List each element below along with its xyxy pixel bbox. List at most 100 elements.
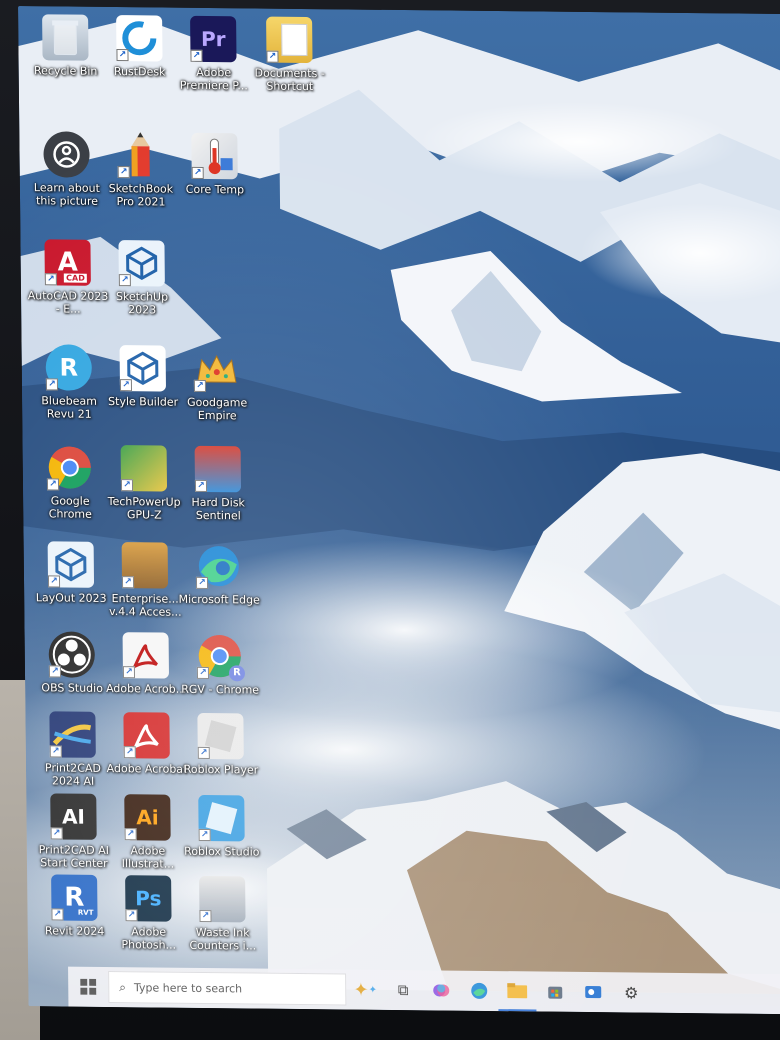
shortcut-arrow-icon: ↗ [199,909,212,923]
shortcut-arrow-icon: ↗ [198,828,211,842]
file-explorer-icon[interactable] [498,971,537,1012]
desktop-icon-camera-info[interactable]: Learn about this picture [25,131,108,208]
desktop-icon-label: LayOut 2023 [35,591,107,605]
desktop-icon-layout[interactable]: ↗ LayOut 2023 [30,541,113,605]
desktop-icon-enterprise[interactable]: ↗ Enterprise... v.4.4 Acces... [104,542,187,619]
desktop-icon-label: Google Chrome [48,494,92,521]
obs-icon: ↗ [48,631,96,678]
desktop-icon-crown[interactable]: ↗ Goodgame Empire [176,346,259,423]
desktop-icon-label: Roblox Studio [184,844,260,859]
premiere-pro-icon: Pr↗Pr [190,15,237,63]
shortcut-arrow-icon: ↗ [47,575,61,588]
print2cad-ai-icon: AI↗AI [50,793,97,840]
desktop-screen: Recycle Bin ↗ RustDesk Pr↗PrAdobe Premiere … [18,6,780,1015]
desktop-icon-edge[interactable]: ↗ Microsoft Edge [178,543,261,607]
desktop-icon-label: SketchBook Pro 2021 [108,181,174,209]
edge-icon: ↗ [195,543,242,590]
desktop-icon-photoshop[interactable]: Ps↗Ps Adobe Photosh... [107,875,190,952]
shortcut-arrow-icon: ↗ [50,827,63,840]
task-view-icon[interactable]: ⧉ [384,970,422,1010]
desktop-icon-label: Print2CAD AI Start Center [38,843,110,870]
desktop-icon-style-builder[interactable]: ↗ Style Builder [102,345,185,409]
desktop-icon-obs[interactable]: ↗ OBS Studio [31,631,114,695]
chrome-icon: ↗ [46,444,93,491]
chrome-profile-icon: R ↗ [196,633,246,682]
shortcut-arrow-icon: ↗ [123,746,136,759]
camera-info-icon [43,131,90,178]
desktop-icon-label: SketchUp 2023 [115,290,169,317]
taskbar-search-box[interactable]: ⌕ Type here to search [108,970,347,1006]
shortcut-arrow-icon: ↗ [194,479,208,493]
desktop-icon-revit[interactable]: RRVT↗R Revit 2024 [33,874,116,938]
shortcut-arrow-icon: ↗ [120,479,134,492]
desktop-icon-sketchup[interactable]: ↗ SketchUp 2023 [100,240,183,317]
copilot-app-icon[interactable] [422,970,460,1010]
desktop-icon-label: Adobe Illustrat... [121,844,175,871]
desktop-icon-autocad[interactable]: ACAD↗A AutoCAD 2023 - E... [26,239,109,316]
desktop-icon-roblox-studio[interactable]: ↗ Roblox Studio [180,794,263,859]
desktop-icon-premiere-pro[interactable]: Pr↗PrAdobe Premiere P... [172,15,255,93]
desktop-icon-waste-ink[interactable]: ↗ Waste Ink Counters i... [181,875,264,953]
desktop-icon-label: Goodgame Empire [186,395,248,423]
sketchup-icon: ↗ [118,240,165,287]
desktop-icon-label: Adobe Premiere P... [179,65,248,93]
desktop-icon-roblox-player[interactable]: ↗ Roblox Player [179,712,262,777]
desktop-icon-label: Bluebeam Revu 21 [41,394,97,421]
shortcut-arrow-icon: ↗ [124,828,137,841]
revit-icon: RRVT↗R [51,874,98,921]
waste-ink-icon: ↗ [199,875,246,923]
crown-icon: ↗ [193,346,240,392]
desktop-icon-print2cad-ai[interactable]: AI↗AI Print2CAD AI Start Center [32,793,115,870]
desktop-icon-label: Adobe Acrobat [106,761,188,776]
desktop-icon-sketchbook-pencil[interactable]: ↗ SketchBook Pro 2021 [99,132,182,209]
roblox-studio-icon: ↗ [198,794,245,842]
desktop-icon-label: Documents - Shortcut [254,66,325,94]
shortcut-arrow-icon: ↗ [46,478,60,491]
desktop-icon-label: Print2CAD 2024 AI [44,761,102,788]
desktop-icon-label: Roblox Player [183,762,259,777]
windows-start-icon[interactable] [68,967,108,1007]
shortcut-arrow-icon: ↗ [121,576,135,589]
desktop-icon-label: RustDesk [113,65,166,79]
desktop-icon-label: Hard Disk Sentinel [191,495,245,523]
shortcut-arrow-icon: ↗ [122,666,136,679]
settings-icon[interactable]: ⚙ [612,972,650,1012]
enterprise-icon: ↗ [121,542,169,589]
shortcut-arrow-icon: ↗ [125,909,138,922]
desktop-icon-print2cad[interactable]: ↗ Print2CAD 2024 AI [31,711,114,788]
desktop-icon-rustdesk[interactable]: ↗ RustDesk [98,15,181,79]
shortcut-arrow-icon: ↗ [266,50,279,63]
desktop-icon-acrobat-white[interactable]: ↗ Adobe Acrob... [105,632,188,696]
desktop-icon-folder[interactable]: ↗ Documents - Shortcut [248,16,331,93]
shortcut-arrow-icon: ↗ [116,49,129,62]
shortcut-arrow-icon: ↗ [45,378,59,391]
copilot-icon[interactable]: ✦ ✦ [346,969,384,1009]
shortcut-arrow-icon: ↗ [118,274,131,287]
desktop-icon-chrome[interactable]: ↗ Google Chrome [29,444,112,521]
taskbar-search-placeholder: Type here to search [133,980,243,995]
desktop-icon-thermometer[interactable]: ↗ Core Temp [173,132,256,197]
roblox-player-icon: ↗ [197,712,244,760]
desktop-icon-gpu-z[interactable]: ↗ TechPowerUp GPU-Z [103,445,186,522]
desktop-icon-bluebeam[interactable]: R ↗ Bluebeam Revu 21 [28,344,111,421]
desktop-icon-acrobat-red[interactable]: ↗ Adobe Acrobat [105,712,188,776]
taskbar: ⌕ Type here to search ✦ ✦ ⧉ ⚙ [68,966,780,1015]
desktop-icon-label: Adobe Photosh... [121,925,177,952]
desktop-icon-label: Microsoft Edge [178,592,260,607]
recycle-bin-icon [42,14,89,61]
desktop-icon-label: Enterprise... v.4.4 Acces... [108,592,182,619]
desktop-icon-label: Learn about this picture [33,181,100,208]
desktop-icon-hard-disk-sentinel[interactable]: ↗ Hard Disk Sentinel [177,445,260,523]
desktop-icon-chrome-profile[interactable]: R ↗ RGV - Chrome [179,633,262,697]
outlook-icon[interactable] [574,972,612,1012]
shortcut-arrow-icon: ↗ [44,273,57,286]
edge-icon[interactable] [460,971,498,1011]
store-icon[interactable] [536,971,574,1011]
desktop-icon-label: Adobe Acrob... [105,681,187,696]
desktop-icon-label: Recycle Bin [33,64,98,78]
shortcut-arrow-icon: ↗ [191,166,204,179]
photoshop-icon: Ps↗Ps [125,875,172,922]
desktop-icon-recycle-bin[interactable]: Recycle Bin [24,14,107,78]
shortcut-arrow-icon: ↗ [117,166,130,179]
desktop-icon-illustrator[interactable]: Ai↗Ai Adobe Illustrat... [106,794,189,871]
